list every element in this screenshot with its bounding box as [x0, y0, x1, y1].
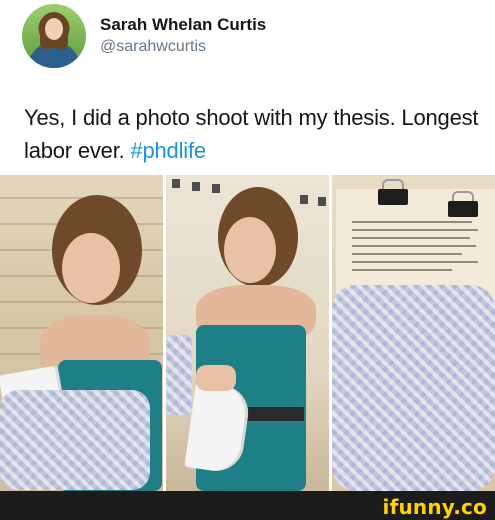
- thesis-text-line: [352, 269, 452, 271]
- thesis-text-line: [352, 261, 478, 263]
- thesis-text-line: [352, 221, 472, 223]
- avatar-face: [45, 18, 63, 40]
- avatar[interactable]: [22, 4, 86, 68]
- bunting-flag: [212, 184, 220, 193]
- thesis-text-line: [352, 253, 462, 255]
- tweet-photo-3[interactable]: [332, 175, 495, 491]
- author-handle[interactable]: @sarahwcurtis: [100, 38, 206, 56]
- crochet-blanket: [0, 390, 150, 490]
- bunting-flag: [172, 179, 180, 188]
- thesis-text-line: [352, 229, 478, 231]
- woman-face: [224, 217, 276, 283]
- woman-hand: [196, 365, 236, 391]
- avatar-body: [32, 48, 76, 68]
- binder-clip: [448, 201, 478, 217]
- tweet-photo-1[interactable]: [0, 175, 163, 491]
- crochet-blanket: [166, 335, 192, 415]
- tweet-text-main: Yes, I did a photo shoot with my thesis.…: [24, 105, 479, 163]
- photo-grid: [0, 175, 495, 491]
- thesis-text-line: [352, 237, 470, 239]
- tweet-text: Yes, I did a photo shoot with my thesis.…: [24, 101, 484, 167]
- hashtag-link[interactable]: #phdlife: [130, 138, 206, 163]
- bunting-flag: [192, 182, 200, 191]
- binder-clip: [378, 189, 408, 205]
- ifunny-watermark: ifunny.co: [382, 495, 487, 519]
- woman-face: [62, 233, 120, 303]
- thesis-text-line: [352, 245, 476, 247]
- author-display-name[interactable]: Sarah Whelan Curtis: [100, 15, 266, 35]
- tweet-photo-2[interactable]: [166, 175, 329, 491]
- bunting-flag: [318, 197, 326, 206]
- crochet-blanket: [332, 285, 495, 491]
- tweet-header: Sarah Whelan Curtis @sarahwcurtis: [22, 4, 482, 70]
- bunting-flag: [300, 195, 308, 204]
